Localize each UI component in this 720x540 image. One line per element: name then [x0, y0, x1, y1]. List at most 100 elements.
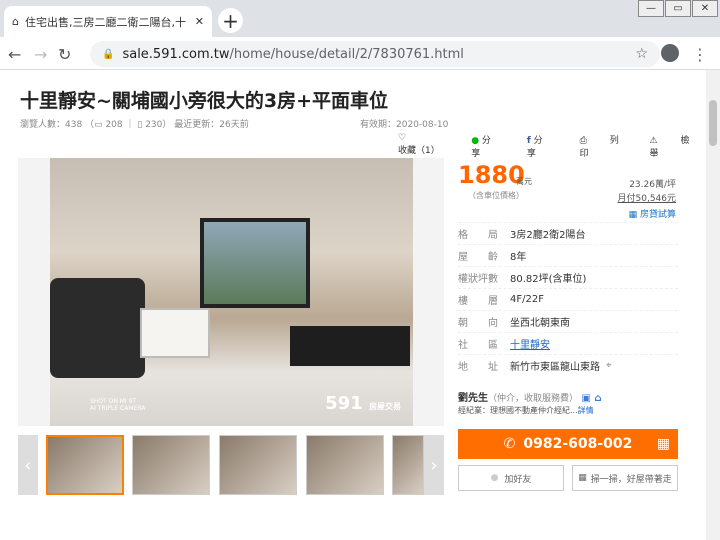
price-value: 1880 [458, 161, 525, 189]
spec-row: 屋 齡 8年 [458, 244, 678, 266]
home-icon: ⌂ [12, 15, 19, 28]
qr-code-icon[interactable]: ▦ [657, 436, 670, 452]
agent-name-row: 劉先生（仲介，收取服務費） ▣ ⌂ [458, 389, 602, 404]
thumb-next-icon[interactable]: › [424, 435, 444, 495]
spec-key: 社 區 [458, 340, 498, 351]
agent-company: 經紀業：理想國不動產仲介經紀...詳情 [458, 405, 594, 416]
new-tab-button[interactable]: + [218, 8, 243, 33]
scan-icon: ▦ [578, 473, 587, 483]
spec-row: 地 址 新竹市東區龍山東路 ⌖ [458, 354, 678, 376]
spec-row: 朝 向 坐西北朝東南 [458, 310, 678, 332]
spec-value: 8年 [510, 252, 527, 263]
close-window-icon[interactable]: ✕ [692, 0, 718, 17]
url-bar[interactable]: 🔒 sale.591.com.tw/home/house/detail/2/78… [90, 41, 660, 67]
thumbnail-2[interactable] [132, 435, 210, 495]
thumbnail-1[interactable] [46, 435, 124, 495]
spec-row: 權狀坪數 80.82坪(含車位) [458, 266, 678, 288]
listing-stats: 瀏覽人數：438 （▭ 208 ｜ ▯ 230） 最近更新：26天前 [20, 120, 249, 130]
photo-tv-cabinet [290, 326, 410, 366]
thumbnail-strip: ‹ › [18, 435, 444, 495]
browser-tab[interactable]: ⌂ 住宅出售,三房二廳二衛二陽台,十 ✕ [4, 6, 212, 37]
phone-count: 230 [145, 120, 163, 130]
loan-calculator-link[interactable]: ▦ 房貸試算 [629, 207, 676, 220]
url-host: sale.591.com.tw [122, 46, 230, 62]
spec-value: 新竹市東區龍山東路 [510, 362, 600, 373]
listing-actions: ♡ 收藏（1） ● 分享 f 分享 ⎙ 列印 ⚠ 檢舉 [398, 133, 720, 159]
maximize-icon[interactable]: ▭ [665, 0, 691, 17]
watermark-sub: 房屋交易 [369, 402, 401, 411]
minimize-icon[interactable]: — [638, 0, 664, 17]
photos-count: 208 [105, 120, 123, 130]
profile-avatar[interactable] [661, 44, 679, 62]
camera-watermark: SHOT ON MI 9T AI TRIPLE CAMERA [90, 398, 146, 412]
bookmark-star-icon[interactable]: ☆ [635, 46, 648, 62]
community-link[interactable]: 十里靜安 [510, 336, 550, 351]
watermark-591-text: 591 [325, 393, 363, 414]
company-details-link[interactable]: 詳情 [578, 406, 594, 415]
agent-store-icon: ⌂ [594, 393, 602, 404]
watermark-591: 591 房屋交易 [325, 393, 401, 414]
line-icon: ● [471, 136, 480, 146]
agent-name: 劉先生 [458, 393, 488, 404]
monthly-payment-link[interactable]: 月付50,546元 [618, 191, 677, 204]
thumbnail-4[interactable] [306, 435, 384, 495]
add-friend-button[interactable]: ● 加好友 [458, 465, 564, 491]
line-friend-icon: ● [490, 473, 499, 483]
price-note: （含車位價格） [468, 191, 524, 200]
report-button[interactable]: ⚠ 檢舉 [650, 133, 700, 159]
reload-icon[interactable]: ↻ [58, 45, 71, 64]
add-friend-label: 加好友 [504, 474, 532, 485]
spec-key: 權狀坪數 [458, 274, 498, 285]
thumbnail-3[interactable] [219, 435, 297, 495]
spec-table: 格 局 3房2廳2衛2陽台 屋 齡 8年 權狀坪數 80.82坪(含車位) 樓 層 4F… [458, 222, 678, 376]
call-agent-button[interactable]: ✆ 0982-608-002 ▦ [458, 429, 678, 459]
thumb-prev-icon[interactable]: ‹ [18, 435, 38, 495]
warning-icon: ⚠ [649, 136, 658, 146]
spec-key: 地 址 [458, 362, 498, 373]
agent-note: （仲介，收取服務費） [488, 394, 579, 404]
browser-menu-icon[interactable]: ⋮ [692, 45, 708, 64]
spec-key: 屋 齡 [458, 252, 498, 263]
address-bar-row: ← → ↻ 🔒 sale.591.com.tw/home/house/detai… [0, 37, 720, 70]
tab-close-icon[interactable]: ✕ [195, 15, 204, 28]
print-button[interactable]: ⎙ 列印 [580, 133, 630, 159]
spec-key: 格 局 [458, 230, 498, 241]
agent-phone: 0982-608-002 [523, 436, 633, 452]
scan-label: 掃一掃，好屋帶著走 [590, 474, 672, 485]
spec-row: 社 區 十里靜安 [458, 332, 678, 354]
spec-value: 4F/22F [510, 294, 544, 305]
facebook-share-button[interactable]: f 分享 [527, 133, 560, 159]
expiry-date: 有效期：2020-08-10 [360, 120, 449, 130]
phone-icon: ▯ [137, 120, 143, 130]
tab-title: 住宅出售,三房二廳二衛二陽台,十 [24, 15, 186, 29]
main-photo[interactable]: SHOT ON MI 9T AI TRIPLE CAMERA 591 房屋交易 [50, 158, 413, 426]
spec-row: 格 局 3房2廳2衛2陽台 [458, 222, 678, 244]
photo-table [140, 308, 210, 358]
line-share-button[interactable]: ● 分享 [471, 133, 507, 159]
views-count: 瀏覽人數：438 [20, 120, 83, 130]
favorite-label: 收藏（1） [398, 146, 440, 156]
listing-title: 十里靜安~關埔國小旁很大的3房+平面車位 [20, 90, 389, 112]
favorite-button[interactable]: ♡ 收藏（1） [398, 133, 451, 159]
forward-icon[interactable]: → [34, 45, 47, 64]
url-path: /home/house/detail/2/7830761.html [229, 46, 464, 62]
company-text: 經紀業：理想國不動產仲介經紀... [458, 406, 578, 415]
comment-icon: ▭ [94, 120, 103, 130]
phone-call-icon: ✆ [503, 436, 516, 452]
window-controls: — ▭ ✕ [637, 0, 718, 17]
spec-value: 80.82坪(含車位) [510, 274, 587, 285]
spec-key: 朝 向 [458, 318, 498, 329]
loan-label: 房貸試算 [639, 210, 676, 220]
price-per-ping: 23.26萬/坪 [629, 180, 676, 190]
photo-sofa [50, 278, 145, 378]
facebook-icon: f [526, 136, 531, 146]
back-icon[interactable]: ← [8, 45, 21, 64]
scan-qr-button[interactable]: ▦ 掃一掃，好屋帶著走 [572, 465, 678, 491]
thumbnail-5[interactable] [392, 435, 424, 495]
lock-icon: 🔒 [102, 48, 115, 60]
spec-value: 3房2廳2衛2陽台 [510, 230, 586, 241]
photo-window [200, 218, 310, 308]
price-unit: 萬元 [516, 177, 532, 186]
map-pin-icon[interactable]: ⌖ [606, 360, 612, 371]
agent-badge-icon: ▣ [581, 393, 591, 404]
